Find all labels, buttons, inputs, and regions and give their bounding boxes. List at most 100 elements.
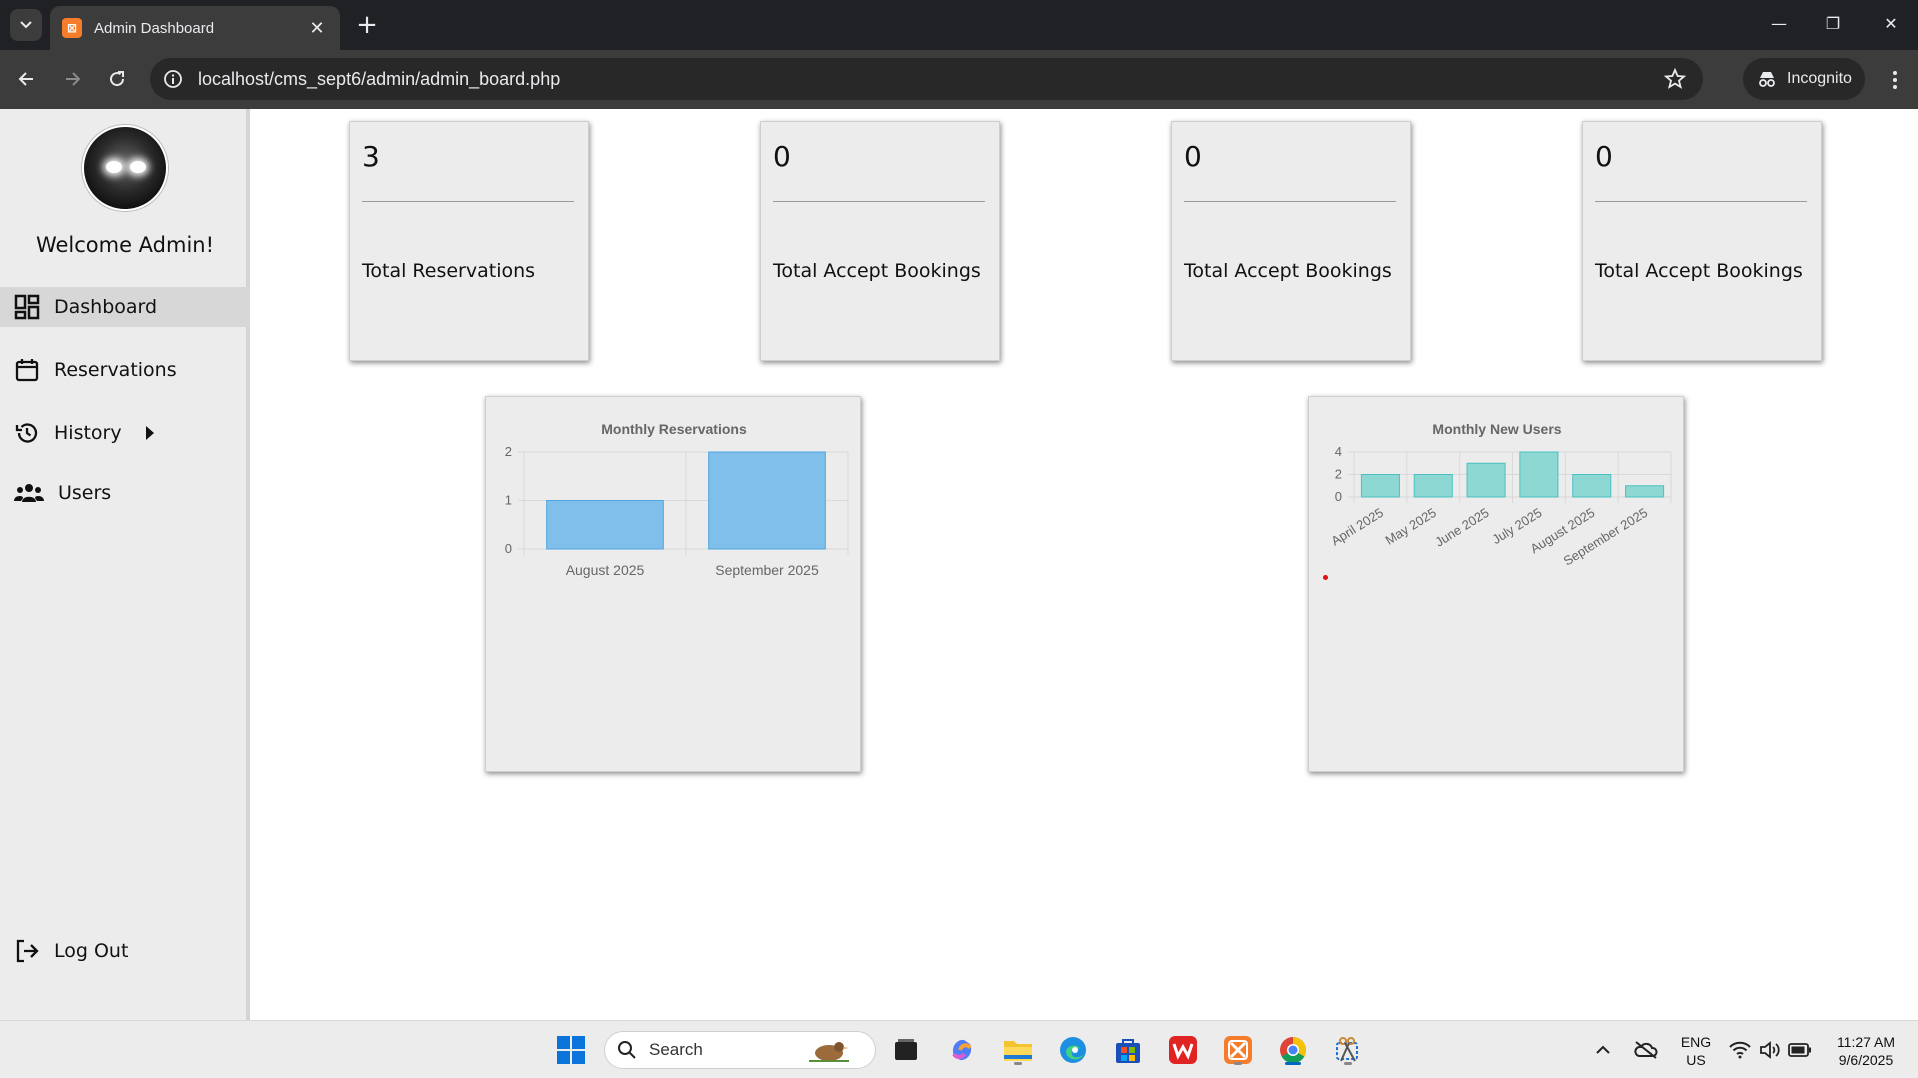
- chart-title: Monthly Reservations: [601, 421, 747, 437]
- forward-button[interactable]: [55, 62, 89, 96]
- browser-toolbar: localhost/cms_sept6/admin/admin_board.ph…: [0, 50, 1918, 109]
- incognito-indicator[interactable]: Incognito: [1743, 58, 1865, 100]
- restore-button[interactable]: ❐: [1808, 6, 1858, 42]
- browser-titlebar: ⊠ Admin Dashboard ✕ + — ❐ ✕: [0, 0, 1918, 50]
- back-button[interactable]: [10, 62, 44, 96]
- task-view-button[interactable]: [888, 1032, 924, 1068]
- stat-label: Total Accept Bookings: [1184, 260, 1392, 282]
- monthly-new-users-chart: Monthly New Users 0 2 4 April 2025May 2025Ju…: [1328, 421, 1672, 568]
- chart-bar: [1572, 474, 1612, 498]
- running-indicator: [1234, 1062, 1242, 1065]
- sidebar-item-history[interactable]: History: [0, 413, 250, 453]
- search-icon: [618, 1041, 636, 1059]
- onedrive-button[interactable]: [1630, 1032, 1662, 1068]
- arrow-left-icon: [18, 72, 33, 86]
- welcome-text: Welcome Admin!: [35, 233, 215, 257]
- copilot-button[interactable]: [944, 1032, 980, 1068]
- clock-date: 9/6/2025: [1838, 1052, 1894, 1068]
- chart-bar: [1413, 474, 1453, 498]
- taskbar-search[interactable]: Search: [604, 1031, 876, 1069]
- card-divider: [773, 201, 985, 202]
- sidebar-item-label: Users: [58, 482, 112, 504]
- monthly-reservations-chart-card: Monthly Reservations 0 1 2 August 2025 Septem…: [485, 396, 861, 772]
- logout-icon: [16, 939, 39, 963]
- chrome-icon: [1280, 1036, 1307, 1064]
- avatar-eye-right: [130, 161, 146, 173]
- browser-menu-button[interactable]: [1880, 63, 1910, 97]
- new-tab-button[interactable]: +: [352, 10, 382, 40]
- tab-close-icon[interactable]: ✕: [306, 18, 328, 39]
- reload-button[interactable]: [100, 62, 134, 96]
- file-explorer-button[interactable]: [1000, 1032, 1036, 1068]
- chart-bar: [1519, 451, 1559, 498]
- browser-tab[interactable]: ⊠ Admin Dashboard ✕: [50, 6, 340, 50]
- dashboard-icon: [14, 294, 40, 320]
- chevron-up-icon: [1596, 1045, 1610, 1054]
- sidebar-item-users[interactable]: Users: [0, 473, 250, 513]
- address-bar[interactable]: localhost/cms_sept6/admin/admin_board.ph…: [150, 58, 1703, 100]
- sidebar-item-label: Reservations: [54, 359, 177, 381]
- edge-icon: [1060, 1037, 1086, 1063]
- store-icon: [1116, 1039, 1140, 1063]
- chart-bar: [1466, 462, 1506, 498]
- stat-card-total-reservations: 3 Total Reservations: [349, 121, 589, 361]
- stat-value: 3: [362, 140, 380, 173]
- incognito-icon: [1759, 72, 1775, 87]
- card-divider: [1184, 201, 1396, 202]
- xampp-favicon-icon: ⊠: [62, 18, 82, 38]
- xampp-button[interactable]: [1220, 1032, 1256, 1068]
- network-button[interactable]: [1726, 1032, 1754, 1068]
- volume-button[interactable]: [1756, 1032, 1784, 1068]
- avatar-eye-left: [106, 161, 122, 173]
- taskbar: Search ENG US 11:27 AM 9/6/2025: [0, 1020, 1918, 1078]
- clock-time: 11:27 AM: [1836, 1034, 1896, 1050]
- battery-button[interactable]: [1786, 1032, 1814, 1068]
- xampp-icon: [1224, 1036, 1252, 1064]
- calendar-icon: [15, 359, 39, 382]
- stat-card-accept-bookings-3: 0 Total Accept Bookings: [1582, 121, 1822, 361]
- task-view-icon: [895, 1039, 917, 1060]
- card-divider: [362, 201, 574, 202]
- chart-bar: [546, 500, 664, 550]
- close-window-button[interactable]: ✕: [1866, 6, 1916, 42]
- sidebar-item-label: Dashboard: [54, 296, 158, 318]
- url-text[interactable]: localhost/cms_sept6/admin/admin_board.ph…: [198, 69, 1663, 90]
- windows-logo-icon: [557, 1036, 585, 1064]
- edge-button[interactable]: [1055, 1032, 1091, 1068]
- show-hidden-icons-button[interactable]: [1590, 1032, 1616, 1068]
- sidebar-item-label: History: [54, 422, 122, 444]
- arrow-right-icon: [66, 72, 81, 86]
- logout-button[interactable]: Log Out: [0, 931, 250, 971]
- search-placeholder: Search: [649, 1040, 703, 1059]
- start-button[interactable]: [553, 1032, 589, 1068]
- language-indicator[interactable]: ENG US: [1676, 1033, 1716, 1069]
- minimize-button[interactable]: —: [1754, 6, 1804, 42]
- battery-icon: [1788, 1043, 1811, 1057]
- running-indicator: [1014, 1062, 1022, 1065]
- avatar: [82, 125, 168, 211]
- wps-office-button[interactable]: [1165, 1032, 1201, 1068]
- stat-card-accept-bookings-1: 0 Total Accept Bookings: [760, 121, 1000, 361]
- sidebar-item-reservations[interactable]: Reservations: [0, 350, 250, 390]
- folder-icon: [1004, 1041, 1032, 1061]
- incognito-label: Incognito: [1787, 70, 1852, 87]
- stat-label: Total Accept Bookings: [1595, 260, 1803, 282]
- monthly-new-users-chart-card: Monthly New Users 0 2 4 April 2025 May 2025 Ju…: [1308, 396, 1684, 772]
- sidebar-item-dashboard[interactable]: Dashboard: [0, 287, 250, 327]
- chrome-button[interactable]: [1275, 1032, 1311, 1068]
- bookmark-star-icon[interactable]: [1663, 67, 1687, 91]
- chart-bar: [708, 451, 826, 550]
- clock[interactable]: 11:27 AM 9/6/2025: [1824, 1033, 1908, 1069]
- status-dot: [1323, 575, 1328, 580]
- tab-search-button[interactable]: [10, 9, 42, 41]
- snipping-tool-button[interactable]: [1330, 1032, 1366, 1068]
- more-vertical-icon: [1893, 71, 1897, 89]
- running-indicator: [1344, 1062, 1352, 1065]
- stat-label: Total Accept Bookings: [773, 260, 981, 282]
- y-tick-label: 2: [505, 444, 512, 459]
- store-button[interactable]: [1110, 1032, 1146, 1068]
- keyboard-region: US: [1686, 1052, 1706, 1068]
- site-info-icon[interactable]: [162, 68, 184, 90]
- y-tick-label: 0: [505, 541, 512, 556]
- x-tick-label: April 2025: [1328, 505, 1386, 549]
